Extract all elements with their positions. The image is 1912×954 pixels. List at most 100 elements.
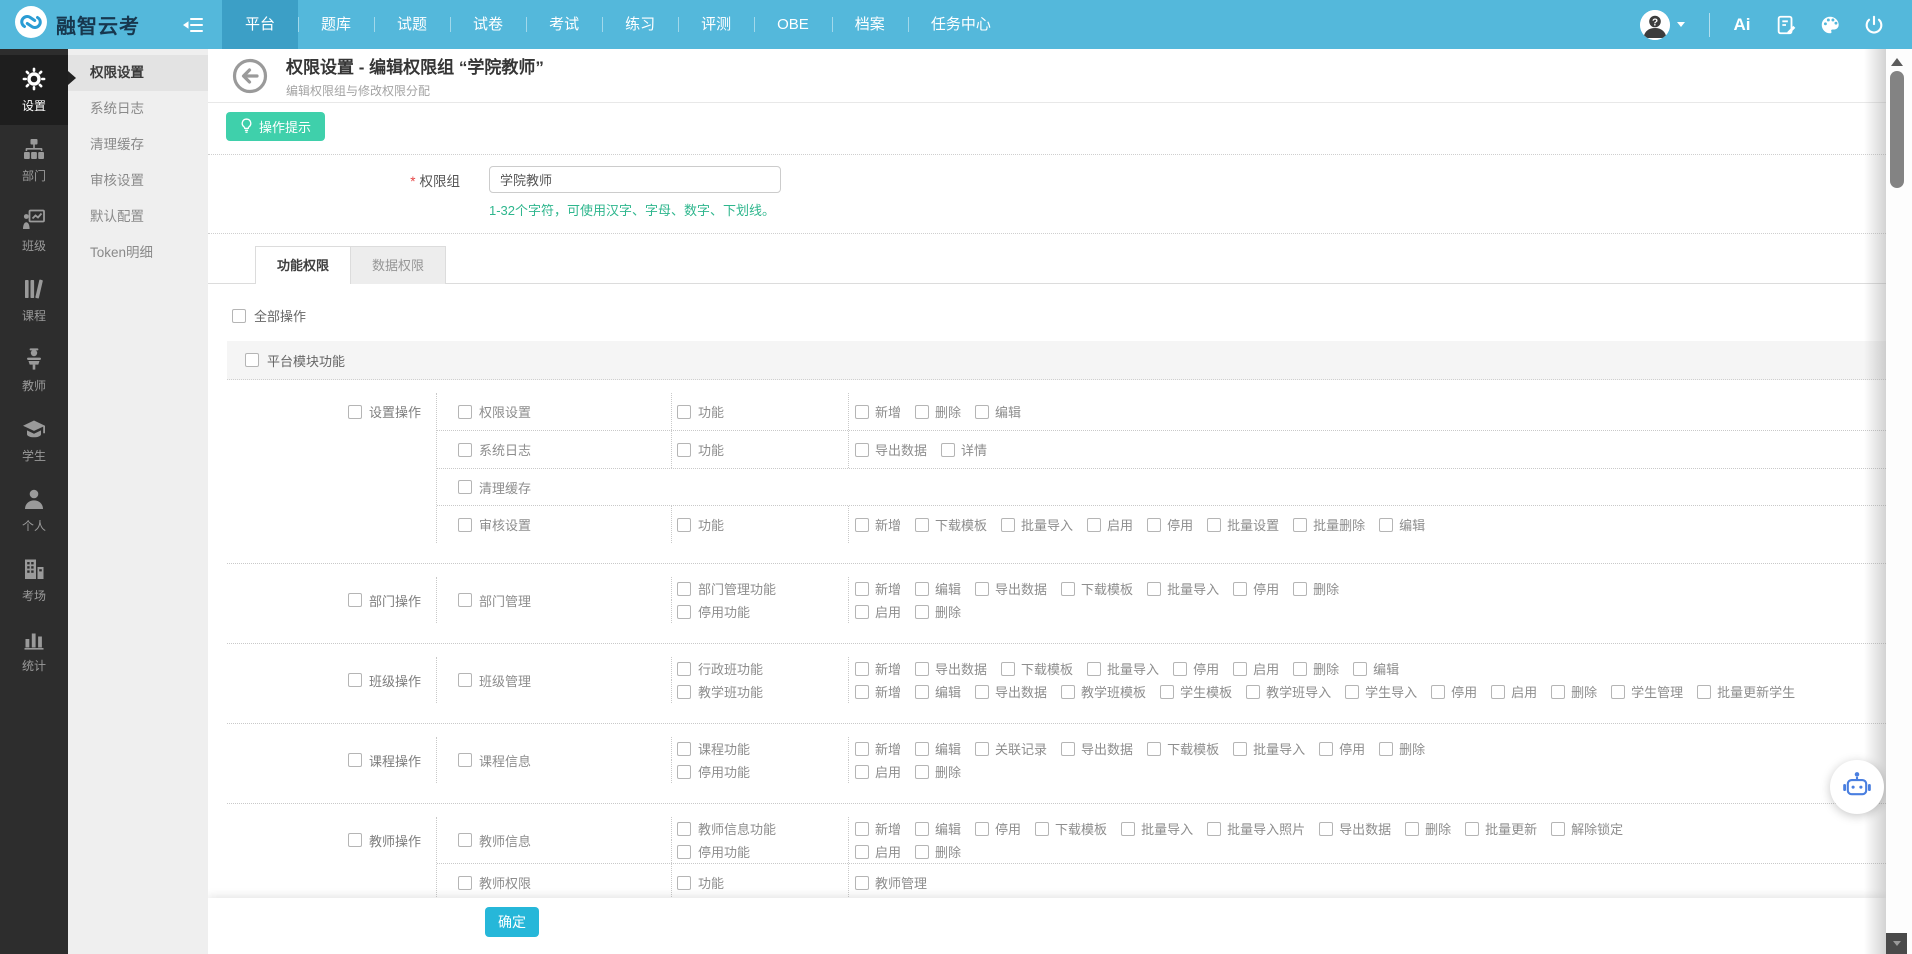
topbar-menu-item[interactable]: 题库 [298,0,374,49]
action-checkbox[interactable] [1061,685,1075,699]
action-checkbox[interactable] [915,845,929,859]
action-checkbox[interactable] [915,822,929,836]
action-checkbox[interactable] [1551,822,1565,836]
function-checkbox[interactable] [677,518,691,532]
sidebar-item-考场[interactable]: 考场 [0,545,68,615]
action-checkbox[interactable] [855,765,869,779]
action-checkbox[interactable] [1431,685,1445,699]
submenu-item-Token明细[interactable]: Token明细 [68,235,208,271]
action-checkbox[interactable] [1147,742,1161,756]
submenu-item-默认配置[interactable]: 默认配置 [68,199,208,235]
module-checkbox[interactable] [458,480,472,494]
module-checkbox[interactable] [458,753,472,767]
module-checkbox[interactable] [458,833,472,847]
action-checkbox[interactable] [1147,518,1161,532]
function-checkbox[interactable] [677,605,691,619]
submenu-item-审核设置[interactable]: 审核设置 [68,163,208,199]
action-checkbox[interactable] [1697,685,1711,699]
topbar-menu-item[interactable]: 试题 [374,0,450,49]
action-checkbox[interactable] [915,405,929,419]
sidebar-item-班级[interactable]: 班级 [0,195,68,265]
action-checkbox[interactable] [855,685,869,699]
back-arrow-icon[interactable] [232,58,268,94]
action-checkbox[interactable] [1345,685,1359,699]
caret-down-icon[interactable] [1677,22,1685,27]
action-checkbox[interactable] [1087,518,1101,532]
function-checkbox[interactable] [677,822,691,836]
hamburger-icon[interactable] [182,15,204,35]
action-checkbox[interactable] [855,662,869,676]
topbar-menu-item[interactable]: 试卷 [450,0,526,49]
action-checkbox[interactable] [941,443,955,457]
sidebar-item-统计[interactable]: 统计 [0,615,68,685]
action-checkbox[interactable] [1379,742,1393,756]
action-checkbox[interactable] [915,605,929,619]
action-checkbox[interactable] [975,742,989,756]
platform-modules-checkbox[interactable] [245,353,259,367]
action-checkbox[interactable] [1001,662,1015,676]
ai-icon[interactable]: Ai [1720,0,1764,49]
action-checkbox[interactable] [1233,662,1247,676]
action-checkbox[interactable] [1319,822,1333,836]
action-checkbox[interactable] [1035,822,1049,836]
function-checkbox[interactable] [677,405,691,419]
function-checkbox[interactable] [677,582,691,596]
action-checkbox[interactable] [1207,822,1221,836]
action-checkbox[interactable] [1293,662,1307,676]
action-checkbox[interactable] [1147,582,1161,596]
tips-button[interactable]: 操作提示 [226,112,325,141]
action-checkbox[interactable] [1233,742,1247,756]
action-checkbox[interactable] [855,405,869,419]
action-checkbox[interactable] [915,662,929,676]
action-checkbox[interactable] [1465,822,1479,836]
power-icon[interactable] [1852,0,1896,49]
group-checkbox[interactable] [348,405,362,419]
action-checkbox[interactable] [915,518,929,532]
action-checkbox[interactable] [915,765,929,779]
submenu-item-清理缓存[interactable]: 清理缓存 [68,127,208,163]
topbar-menu-item[interactable]: 档案 [832,0,908,49]
scrollbar[interactable] [1886,49,1912,954]
topbar-menu-item[interactable]: 练习 [602,0,678,49]
action-checkbox[interactable] [1087,662,1101,676]
group-checkbox[interactable] [348,593,362,607]
action-checkbox[interactable] [1001,518,1015,532]
action-checkbox[interactable] [975,582,989,596]
action-checkbox[interactable] [1160,685,1174,699]
palette-icon[interactable] [1808,0,1852,49]
topbar-menu-item[interactable]: 平台 [222,0,298,49]
action-checkbox[interactable] [855,443,869,457]
action-checkbox[interactable] [915,742,929,756]
action-checkbox[interactable] [1061,582,1075,596]
module-checkbox[interactable] [458,876,472,890]
function-checkbox[interactable] [677,685,691,699]
action-checkbox[interactable] [1233,582,1247,596]
sidebar-item-设置[interactable]: 设置 [0,55,68,125]
action-checkbox[interactable] [855,845,869,859]
action-checkbox[interactable] [975,685,989,699]
action-checkbox[interactable] [855,582,869,596]
group-checkbox[interactable] [348,753,362,767]
action-checkbox[interactable] [855,822,869,836]
action-checkbox[interactable] [855,742,869,756]
scrollbar-up-arrow-icon[interactable] [1891,58,1903,66]
action-checkbox[interactable] [1173,662,1187,676]
function-checkbox[interactable] [677,765,691,779]
notes-icon[interactable] [1764,0,1808,49]
permission-group-input[interactable] [489,166,781,193]
action-checkbox[interactable] [1061,742,1075,756]
topbar-menu-item[interactable]: 评测 [678,0,754,49]
function-checkbox[interactable] [677,742,691,756]
module-checkbox[interactable] [458,593,472,607]
action-checkbox[interactable] [1293,582,1307,596]
scrollbar-down-arrow-icon[interactable] [1886,933,1907,954]
tab-功能权限[interactable]: 功能权限 [255,246,351,284]
action-checkbox[interactable] [1353,662,1367,676]
sidebar-item-部门[interactable]: 部门 [0,125,68,195]
action-checkbox[interactable] [1121,822,1135,836]
action-checkbox[interactable] [1293,518,1307,532]
function-checkbox[interactable] [677,662,691,676]
group-checkbox[interactable] [348,833,362,847]
function-checkbox[interactable] [677,845,691,859]
topbar-menu-item[interactable]: 考试 [526,0,602,49]
